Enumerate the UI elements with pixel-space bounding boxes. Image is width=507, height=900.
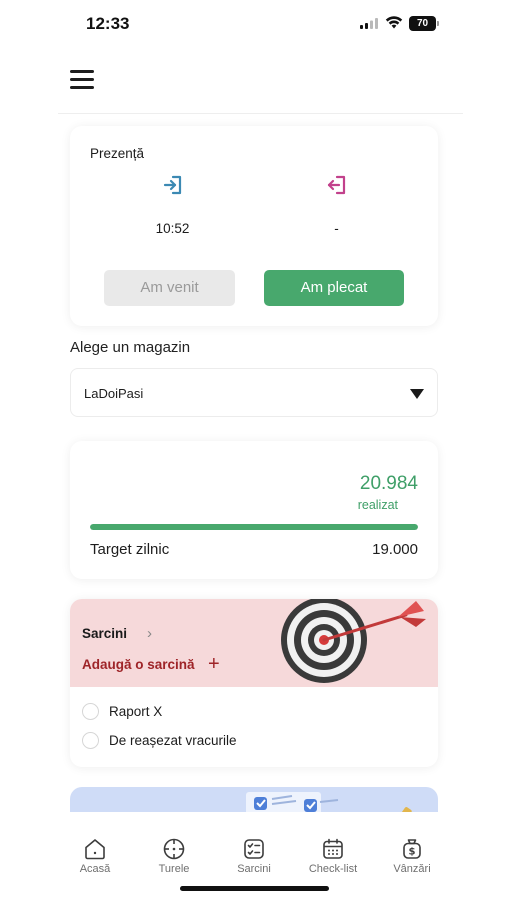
header-divider	[58, 113, 463, 114]
nav-item-checklist[interactable]: Check-list	[293, 837, 373, 875]
nav-item-shifts[interactable]: Turele	[134, 837, 214, 875]
checkout-icon	[327, 175, 346, 195]
attendance-card: Prezență 10:52 - Am venit Am plecat	[70, 126, 438, 326]
tasks-title[interactable]: Sarcini	[82, 626, 127, 641]
calendar-icon	[323, 838, 343, 859]
achieved-amount: 20.984	[359, 473, 418, 494]
checkin-time: 10:52	[155, 221, 190, 236]
battery-icon: 70	[409, 16, 439, 31]
nav-item-home[interactable]: Acasă	[55, 837, 135, 875]
nav-label: Turele	[158, 863, 190, 875]
attendance-title: Prezență	[90, 146, 145, 161]
nav-label: Sarcini	[237, 863, 271, 875]
target-progress-bar	[90, 524, 418, 530]
status-bar: 12:33 70	[0, 0, 507, 50]
store-select[interactable]: LaDoiPasi	[70, 368, 438, 417]
status-time: 12:33	[86, 14, 130, 33]
signal-icon	[360, 18, 378, 29]
tasks-header: Sarcini › Adaugă o sarcină +	[70, 599, 438, 687]
checklist-icon	[244, 839, 264, 859]
dartboard-icon	[281, 599, 426, 683]
target-progress-fill	[90, 524, 418, 530]
arrived-button[interactable]: Am venit	[104, 270, 235, 306]
nav-item-sales[interactable]: $ Vânzări	[372, 837, 452, 875]
home-indicator	[180, 886, 329, 891]
add-task-link[interactable]: Adaugă o sarcină	[82, 657, 195, 672]
nav-label: Acasă	[79, 863, 111, 875]
chevron-right-icon[interactable]: ›	[147, 625, 152, 642]
checkin-icon	[163, 175, 182, 195]
task-label: De reașezat vracurile	[109, 733, 237, 748]
crosshair-icon	[163, 838, 185, 860]
money-bag-icon: $	[403, 839, 421, 859]
task-label: Raport X	[109, 704, 163, 719]
daily-target-card: 20.984 realizat Target zilnic 19.000	[70, 441, 438, 579]
battery-level: 70	[416, 18, 429, 29]
target-value: 19.000	[372, 541, 418, 558]
checkout-time: -	[334, 221, 339, 236]
tasks-card: Sarcini › Adaugă o sarcină + Raport X De…	[70, 599, 438, 767]
store-label: Alege un magazin	[70, 339, 191, 356]
task-checkbox[interactable]	[82, 703, 99, 720]
task-checkbox[interactable]	[82, 732, 99, 749]
wifi-icon	[385, 16, 403, 29]
dropdown-arrow-icon	[410, 389, 424, 399]
achieved-caption: realizat	[357, 498, 398, 512]
left-button[interactable]: Am plecat	[264, 270, 404, 306]
svg-text:$: $	[409, 847, 416, 858]
store-selected: LaDoiPasi	[84, 386, 144, 401]
home-icon	[85, 839, 105, 860]
nav-item-tasks[interactable]: Sarcini	[214, 837, 294, 875]
nav-label: Check-list	[308, 863, 358, 875]
nav-label: Vânzări	[393, 863, 431, 875]
plus-icon[interactable]: +	[208, 653, 220, 676]
hamburger-icon[interactable]	[70, 70, 94, 90]
target-label: Target zilnic	[90, 541, 170, 558]
